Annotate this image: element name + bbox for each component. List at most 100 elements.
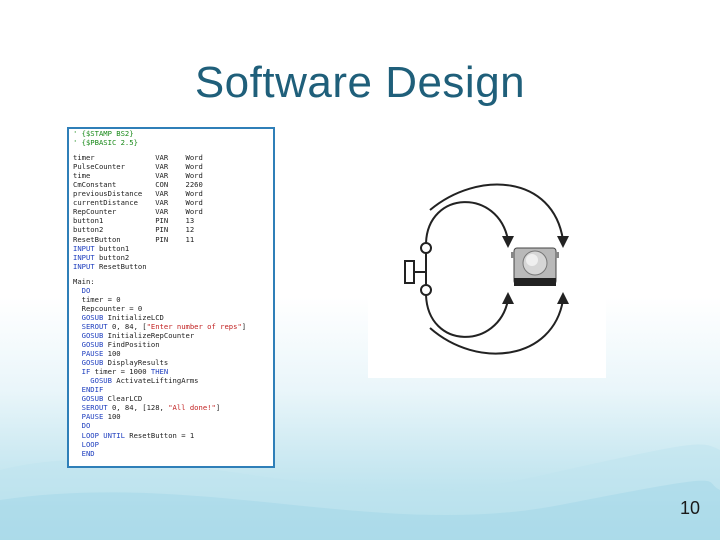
- code-line: PulseCounter VAR Word: [73, 162, 273, 171]
- code-token: END: [73, 448, 95, 458]
- code-token: GOSUB: [73, 312, 104, 322]
- code-line: currentDistance VAR Word: [73, 198, 273, 207]
- code-token: time VAR Word: [73, 171, 203, 181]
- code-line: ResetButton PIN 11: [73, 235, 273, 244]
- code-token: GOSUB: [73, 330, 104, 340]
- code-token: button2 PIN 12: [73, 225, 195, 235]
- code-token: "All done!": [168, 403, 216, 413]
- upper-left-arc: [425, 201, 509, 244]
- code-line: SEROUT 0, 84, [128, "All done!"]: [73, 403, 273, 412]
- code-token: CmConstant CON 2260: [73, 180, 203, 190]
- pushbutton-diagram: [368, 160, 606, 378]
- code-token: PulseCounter VAR Word: [73, 162, 203, 172]
- code-token: ResetButton PIN 11: [73, 234, 195, 244]
- code-token: timer = 1000: [90, 367, 151, 377]
- code-token: Main:: [73, 276, 95, 286]
- code-token: INPUT: [73, 243, 95, 253]
- switch-terminal-top: [420, 242, 432, 254]
- code-line: time VAR Word: [73, 171, 273, 180]
- code-line: ' {$PBASIC 2.5}: [73, 138, 273, 147]
- code-token: ClearLCD: [103, 394, 143, 404]
- code-line: IF timer = 1000 THEN: [73, 367, 273, 376]
- arrow-up-right: [557, 292, 569, 304]
- code-token: IF: [73, 367, 91, 377]
- code-line: Main:: [73, 277, 273, 286]
- code-token: RepCounter VAR Word: [73, 207, 203, 217]
- code-line: button2 PIN 12: [73, 225, 273, 234]
- code-token: previousDistance VAR Word: [73, 189, 203, 199]
- code-line: LOOP: [73, 440, 273, 449]
- code-line: INPUT button2: [73, 253, 273, 262]
- code-token: Repcounter = 0: [73, 303, 143, 313]
- code-token: 0, 84, [128,: [107, 403, 169, 413]
- slide-title: Software Design: [194, 58, 526, 107]
- code-token: button1 PIN 13: [73, 216, 195, 226]
- code-line: SEROUT 0, 84, ["Enter number of reps"]: [73, 322, 273, 331]
- code-listing-panel: ' {$STAMP BS2} ' {$PBASIC 2.5} timer VAR W…: [67, 127, 275, 468]
- code-token: currentDistance VAR Word: [73, 198, 203, 208]
- code-token: timer = 0: [73, 294, 121, 304]
- code-token: ResetButton: [94, 261, 147, 271]
- code-token: LOOP UNTIL: [73, 430, 125, 440]
- code-token: FindPosition: [103, 340, 160, 350]
- code-token: INPUT: [73, 252, 95, 262]
- code-line: previousDistance VAR Word: [73, 189, 273, 198]
- code-token: ' {$STAMP BS2}: [73, 129, 134, 138]
- code-line: GOSUB ActivateLiftingArms: [73, 376, 273, 385]
- code-token: ]: [241, 321, 247, 331]
- code-token: SEROUT: [73, 321, 108, 331]
- code-line: timer = 0: [73, 295, 273, 304]
- code-line: GOSUB FindPosition: [73, 340, 273, 349]
- code-line: PAUSE 100: [73, 349, 273, 358]
- code-line: INPUT button1: [73, 244, 273, 253]
- code-token: GOSUB: [73, 376, 112, 386]
- switch-actuator: [404, 260, 415, 284]
- code-token: LOOP: [73, 439, 99, 449]
- code-line: GOSUB InitializeLCD: [73, 313, 273, 322]
- code-line: GOSUB InitializeRepCounter: [73, 331, 273, 340]
- code-token: ' {$PBASIC 2.5}: [73, 138, 138, 148]
- code-line: GOSUB DisplayResults: [73, 358, 273, 367]
- code-token: ResetButton = 1: [124, 430, 195, 440]
- code-token: THEN: [150, 367, 169, 377]
- code-token: timer VAR Word: [73, 153, 203, 163]
- code-line: ' {$STAMP BS2}: [73, 129, 273, 138]
- code-token: PAUSE: [73, 412, 104, 422]
- switch-terminal-bottom: [420, 284, 432, 296]
- code-token: "Enter number of reps": [146, 321, 242, 331]
- code-line: RepCounter VAR Word: [73, 207, 273, 216]
- code-line: INPUT ResetButton: [73, 262, 273, 271]
- code-token: INPUT: [73, 261, 95, 271]
- tactile-button-component: [511, 247, 559, 286]
- code-token: InitializeRepCounter: [103, 330, 195, 340]
- code-token: GOSUB: [73, 394, 104, 404]
- arrow-down-right: [557, 236, 569, 248]
- code-token: DisplayResults: [103, 358, 169, 368]
- code-token: button1: [94, 243, 130, 253]
- page-number: 10: [679, 498, 700, 518]
- code-token: SEROUT: [73, 403, 108, 413]
- code-token: InitializeLCD: [103, 312, 164, 322]
- code-token: button2: [94, 252, 130, 262]
- lower-left-arc: [425, 294, 509, 338]
- code-token: 0, 84, [: [107, 321, 147, 331]
- code-line: DO: [73, 286, 273, 295]
- code-line: Repcounter = 0: [73, 304, 273, 313]
- arrow-down-left: [502, 236, 514, 248]
- code-line: END: [73, 449, 273, 458]
- code-line: DO: [73, 421, 273, 430]
- arrow-up-left: [502, 292, 514, 304]
- code-token: GOSUB: [73, 358, 104, 368]
- code-token: ENDIF: [73, 385, 104, 395]
- code-line: GOSUB ClearLCD: [73, 394, 273, 403]
- code-line: ENDIF: [73, 385, 273, 394]
- code-line: LOOP UNTIL ResetButton = 1: [73, 431, 273, 440]
- code-line: button1 PIN 13: [73, 216, 273, 225]
- lower-right-arc: [429, 299, 564, 355]
- code-token: ActivateLiftingArms: [111, 376, 199, 386]
- code-token: DO: [73, 285, 91, 295]
- code-token: GOSUB: [73, 340, 104, 350]
- code-token: 100: [103, 349, 121, 359]
- code-line: CmConstant CON 2260: [73, 180, 273, 189]
- code-token: 100: [103, 412, 121, 422]
